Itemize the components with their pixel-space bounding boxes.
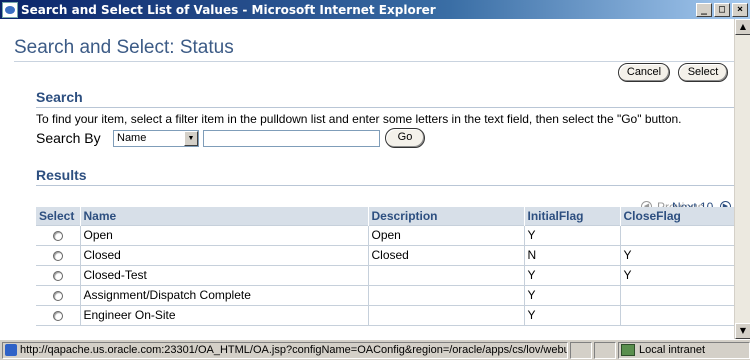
cancel-button[interactable]: Cancel — [618, 63, 670, 82]
window-title: Search and Select List of Values - Micro… — [21, 2, 436, 17]
search-heading: Search — [36, 89, 83, 105]
column-header-closeflag: CloseFlag — [620, 207, 734, 225]
row-select-radio[interactable] — [52, 290, 63, 301]
scroll-up-arrow-icon[interactable]: ▲ — [735, 19, 750, 35]
column-header-description: Description — [368, 207, 525, 225]
cell-initialflag: N — [523, 244, 621, 266]
cell-initialflag: Y — [523, 224, 621, 246]
cell-description: Closed — [367, 244, 525, 266]
cell-description: Open — [367, 224, 525, 246]
scroll-down-arrow-icon[interactable]: ▼ — [735, 323, 750, 339]
table-row: Engineer On-Site Y — [36, 304, 734, 326]
column-header-initialflag: InitialFlag — [524, 207, 621, 225]
cell-description — [367, 284, 525, 306]
cell-closeflag — [619, 284, 734, 306]
minimize-button[interactable]: _ — [696, 2, 712, 17]
table-row: Closed-Test Y Y — [36, 264, 734, 286]
search-by-value: Name — [117, 132, 147, 144]
cell-description — [367, 264, 525, 286]
cell-initialflag: Y — [523, 304, 621, 326]
intranet-zone-icon — [621, 344, 635, 356]
row-select-radio[interactable] — [52, 250, 63, 261]
cell-name: Closed — [79, 244, 369, 266]
cell-name: Open — [79, 224, 369, 246]
cell-name: Assignment/Dispatch Complete — [79, 284, 369, 306]
title-divider — [14, 61, 734, 62]
search-divider — [36, 107, 734, 108]
select-button[interactable]: Select — [678, 63, 728, 82]
cell-closeflag: Y — [619, 264, 734, 286]
cell-name: Closed-Test — [79, 264, 369, 286]
close-button[interactable]: × — [732, 2, 748, 17]
status-pane-blank — [594, 341, 616, 359]
results-heading: Results — [36, 167, 87, 183]
ie-page-icon — [5, 344, 17, 356]
page-title: Search and Select: Status — [14, 37, 234, 58]
vertical-scrollbar[interactable]: ▲ ▼ — [734, 19, 750, 339]
search-instructions: To find your item, select a filter item … — [36, 112, 682, 126]
cell-closeflag: Y — [619, 244, 734, 266]
chevron-down-icon[interactable]: ▼ — [184, 131, 198, 146]
page-content: Search and Select: Status Cancel Select … — [0, 19, 734, 339]
status-zone-text: Local intranet — [639, 344, 706, 356]
go-button[interactable]: Go — [385, 128, 425, 148]
row-select-radio[interactable] — [52, 270, 63, 281]
column-header-select: Select — [36, 207, 81, 225]
row-select-radio[interactable] — [52, 230, 63, 241]
status-bar: http://qapache.us.oracle.com:23301/OA_HT… — [0, 339, 750, 360]
ie-app-icon — [2, 1, 18, 18]
cell-description — [367, 304, 525, 326]
results-table: Select Name Description InitialFlag Clos… — [36, 207, 734, 326]
row-select-radio[interactable] — [52, 310, 63, 321]
search-by-select[interactable]: Name ▼ — [113, 130, 199, 147]
column-header-name: Name — [80, 207, 369, 225]
status-url-pane: http://qapache.us.oracle.com:23301/OA_HT… — [2, 341, 568, 359]
results-divider — [36, 185, 734, 186]
maximize-button[interactable]: □ — [714, 2, 730, 17]
cell-initialflag: Y — [523, 284, 621, 306]
cell-closeflag — [619, 224, 734, 246]
cell-initialflag: Y — [523, 264, 621, 286]
search-text-input[interactable] — [203, 130, 380, 147]
table-row: Closed Closed N Y — [36, 244, 734, 266]
cell-name: Engineer On-Site — [79, 304, 369, 326]
table-row: Assignment/Dispatch Complete Y — [36, 284, 734, 306]
status-pane-blank — [570, 341, 592, 359]
results-header-row: Select Name Description InitialFlag Clos… — [36, 207, 734, 225]
status-zone-pane: Local intranet — [618, 341, 750, 359]
window-title-bar[interactable]: Search and Select List of Values - Micro… — [0, 0, 750, 19]
status-url: http://qapache.us.oracle.com:23301/OA_HT… — [20, 344, 568, 356]
cell-closeflag — [619, 304, 734, 326]
search-by-label: Search By — [36, 130, 101, 146]
table-row: Open Open Y — [36, 224, 734, 246]
